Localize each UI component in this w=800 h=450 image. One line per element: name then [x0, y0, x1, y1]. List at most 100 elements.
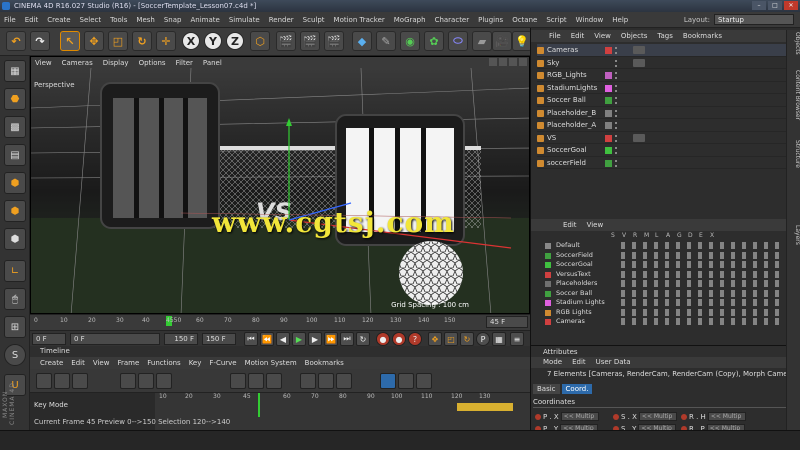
curve-ease-out-icon[interactable]: [318, 373, 334, 389]
snap-icon[interactable]: S: [4, 344, 26, 366]
object-menu-file[interactable]: File: [549, 30, 561, 42]
texture-mode-icon[interactable]: ▩: [4, 116, 26, 138]
menu-script[interactable]: Script: [546, 16, 566, 24]
close-button[interactable]: ✕: [784, 1, 798, 10]
pla-key-icon[interactable]: ▦: [492, 332, 506, 346]
points-mode-icon[interactable]: ⬢: [4, 172, 26, 194]
timeline-menu-create[interactable]: Create: [40, 359, 63, 367]
visibility-toggle-icon[interactable]: [615, 97, 619, 104]
object-row-placeholder_b[interactable]: Placeholder_B: [537, 107, 787, 119]
keyframe-selection-icon[interactable]: ?: [408, 332, 422, 346]
coordinate-value-input[interactable]: << Multip: [638, 412, 677, 421]
timeline-menu-frame[interactable]: Frame: [117, 359, 139, 367]
visibility-toggle-icon[interactable]: [615, 72, 619, 79]
keyframe-selection-range[interactable]: [457, 403, 513, 411]
menu-sculpt[interactable]: Sculpt: [303, 16, 325, 24]
timeline-filter-icon[interactable]: [120, 373, 136, 389]
layer-toggle-icons[interactable]: [621, 270, 781, 278]
minimize-button[interactable]: –: [752, 1, 766, 10]
menu-motion-tracker[interactable]: Motion Tracker: [334, 16, 385, 24]
curve-spline-icon[interactable]: [266, 373, 282, 389]
object-tag-icon[interactable]: [633, 133, 645, 142]
layer-row-soccergoal[interactable]: SoccerGoal: [541, 260, 787, 270]
render-view-icon[interactable]: 🎬: [276, 31, 296, 51]
layer-column-header[interactable]: L: [655, 232, 658, 239]
menu-window[interactable]: Window: [576, 16, 604, 24]
visibility-toggle-icon[interactable]: [615, 134, 619, 142]
menu-mesh[interactable]: Mesh: [136, 16, 154, 24]
visibility-toggle-icon[interactable]: [615, 59, 619, 67]
floor-icon[interactable]: ▰: [472, 31, 492, 51]
timeline-snap-icon[interactable]: [380, 373, 396, 389]
attributes-tab-coord[interactable]: Coord.: [561, 384, 593, 394]
object-tag-icon[interactable]: [633, 46, 645, 54]
last-tool-icon[interactable]: ✛: [156, 31, 176, 51]
object-menu-objects[interactable]: Objects: [621, 30, 647, 42]
object-menu-tags[interactable]: Tags: [657, 30, 673, 42]
redo-icon[interactable]: ↷: [30, 31, 50, 51]
move-tool-icon[interactable]: ✥: [84, 31, 104, 51]
undo-icon[interactable]: ↶: [6, 31, 26, 51]
maximize-view-icon[interactable]: [519, 58, 527, 66]
curve-ease-icon[interactable]: [336, 373, 352, 389]
object-row-sky[interactable]: Sky: [537, 57, 787, 69]
attributes-menu-user-data[interactable]: User Data: [596, 357, 631, 368]
layer-toggle-icons[interactable]: [621, 261, 781, 268]
end-frame-field[interactable]: 150 F: [202, 333, 236, 345]
menu-mograph[interactable]: MoGraph: [394, 16, 426, 24]
menu-snap[interactable]: Snap: [164, 16, 182, 24]
menu-plugins[interactable]: Plugins: [478, 16, 503, 24]
polygons-mode-icon[interactable]: ⬢: [4, 228, 26, 250]
layer-row-placeholders[interactable]: Placeholders: [541, 279, 787, 289]
timeline-frame-selected-icon[interactable]: [156, 373, 172, 389]
side-tab-structure[interactable]: Structure: [787, 140, 800, 168]
layer-row-default[interactable]: Default: [541, 241, 787, 251]
rotate-tool-icon[interactable]: ↻: [132, 31, 152, 51]
viewport-menu-view[interactable]: View: [35, 59, 52, 67]
layer-column-header[interactable]: E: [699, 232, 703, 239]
layer-column-header[interactable]: D: [688, 232, 693, 239]
position-key-icon[interactable]: ✥: [428, 332, 442, 346]
layer-column-header[interactable]: S: [611, 232, 615, 239]
object-row-cameras[interactable]: Cameras: [537, 44, 787, 57]
timeline-menu-key[interactable]: Key: [189, 359, 202, 367]
z-axis-lock-button[interactable]: Z: [226, 32, 244, 50]
preview-max-field[interactable]: 150 F: [164, 333, 198, 345]
layer-toggle-icons[interactable]: [621, 299, 781, 306]
timeline-menu-edit[interactable]: Edit: [71, 359, 85, 367]
timeline-menu-icon[interactable]: ≡: [510, 332, 524, 346]
axis-mode-icon[interactable]: ∟: [4, 260, 26, 282]
layer-row-rgb-lights[interactable]: RGB Lights: [541, 308, 787, 318]
x-axis-lock-button[interactable]: X: [182, 32, 200, 50]
visibility-toggle-icon[interactable]: [615, 159, 619, 167]
next-key-icon[interactable]: ⏩: [324, 332, 338, 346]
layer-toggle-icons[interactable]: [621, 308, 781, 316]
object-row-placeholder_a[interactable]: Placeholder_A: [537, 119, 787, 132]
menu-create[interactable]: Create: [47, 16, 70, 24]
menu-help[interactable]: Help: [612, 16, 628, 24]
loop-icon[interactable]: ↻: [356, 332, 370, 346]
attributes-tab-basic[interactable]: Basic: [533, 384, 560, 394]
timeline-menu-motion-system[interactable]: Motion System: [245, 359, 297, 367]
menu-simulate[interactable]: Simulate: [229, 16, 260, 24]
visibility-toggle-icon[interactable]: [615, 122, 619, 129]
layer-toggle-icons[interactable]: [621, 318, 781, 325]
current-frame-field[interactable]: 45 F: [486, 316, 528, 328]
timeline-menu-bookmarks[interactable]: Bookmarks: [305, 359, 344, 367]
render-settings-icon[interactable]: 🎬: [324, 31, 344, 51]
object-row-soccergoal[interactable]: SoccerGoal: [537, 144, 787, 157]
timeline-key-mode-icon[interactable]: [36, 373, 52, 389]
play-icon[interactable]: ▶: [292, 332, 306, 346]
timeline-frame-all-icon[interactable]: [138, 373, 154, 389]
keyframe-dot-icon[interactable]: [613, 413, 619, 420]
layer-column-header[interactable]: V: [622, 232, 626, 239]
maximize-button[interactable]: □: [768, 1, 782, 10]
menu-file[interactable]: File: [4, 16, 16, 24]
object-row-rgb_lights[interactable]: RGB_Lights: [537, 69, 787, 82]
object-row-soccerfield[interactable]: soccerField: [537, 157, 787, 169]
prev-frame-icon[interactable]: ◀: [276, 332, 290, 346]
viewport-menu-panel[interactable]: Panel: [203, 59, 222, 67]
object-row-stadiumlights[interactable]: StadiumLights: [537, 82, 787, 94]
menu-render[interactable]: Render: [269, 16, 294, 24]
layer-row-soccerfield[interactable]: SoccerField: [541, 251, 787, 261]
